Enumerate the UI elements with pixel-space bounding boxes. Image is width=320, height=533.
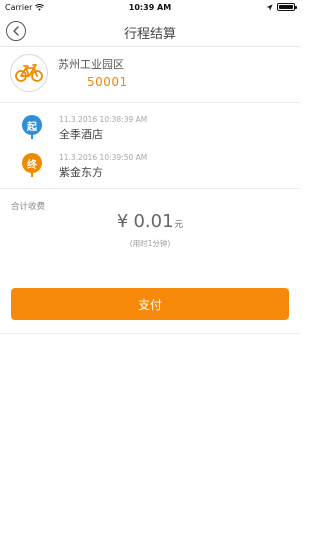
navigation-bar: 行程结算 — [0, 15, 300, 47]
end-marker-tail — [31, 173, 33, 177]
bicycle-icon — [15, 64, 43, 82]
start-marker-icon: 起 — [22, 115, 42, 135]
status-bar: Carrier 10:39 AM — [0, 0, 300, 15]
battery-icon — [277, 3, 297, 11]
divider — [0, 188, 300, 189]
amount-unit: 元 — [174, 220, 184, 230]
location-arrow-icon — [266, 3, 273, 11]
bike-number: 50001 — [87, 75, 128, 89]
start-marker-tail — [31, 135, 33, 139]
trip-start: 起 11.3.2016 10:38:39 AM 全季酒店 — [0, 112, 300, 152]
end-time: 11.3.2016 10:39:50 AM — [59, 153, 148, 162]
page-title: 行程结算 — [123, 27, 176, 42]
pay-button[interactable]: 支付 — [11, 288, 289, 320]
bike-info: 苏州工业园区 50001 — [0, 48, 300, 103]
amount-value: 0.01 — [133, 211, 174, 232]
trip-duration: (用时1分钟) — [129, 239, 171, 248]
end-marker-icon: 终 — [22, 153, 42, 173]
clock: 10:39 AM — [128, 3, 172, 12]
start-time: 11.3.2016 10:38:39 AM — [59, 115, 148, 124]
currency-symbol: ¥ — [116, 211, 129, 232]
start-place: 全季酒店 — [59, 128, 103, 141]
end-place: 紫金东方 — [59, 166, 103, 179]
trip-end: 终 11.3.2016 10:39:50 AM 紫金东方 — [0, 150, 300, 190]
station-name: 苏州工业园区 — [58, 58, 124, 71]
divider — [0, 333, 300, 334]
bike-avatar — [10, 54, 48, 92]
fee-amount: ¥ 0.01元 — [0, 211, 300, 232]
status-right — [266, 3, 297, 11]
